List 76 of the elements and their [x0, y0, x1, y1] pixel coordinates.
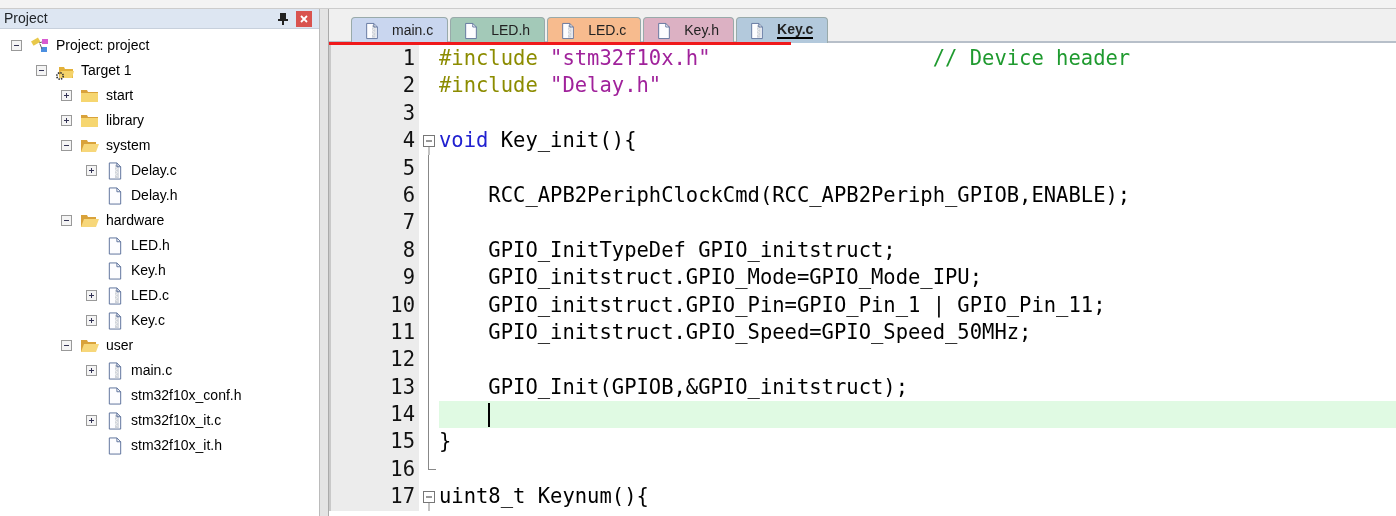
tree-item[interactable]: start: [106, 85, 134, 106]
tree-item[interactable]: stm32f10x_it.c: [131, 410, 222, 431]
expand-toggle[interactable]: [61, 90, 72, 101]
line-number: 7: [329, 209, 419, 237]
file-tab[interactable]: LED.h: [450, 17, 546, 43]
line-number: 12: [329, 346, 419, 374]
text-cursor: [488, 403, 491, 428]
file-tab[interactable]: Key.h: [643, 17, 735, 43]
collapse-toggle[interactable]: [61, 215, 72, 226]
line-number: 14: [329, 401, 419, 429]
line-number: 2: [329, 72, 419, 100]
line-number: 5: [329, 154, 419, 182]
tree-item[interactable]: user: [106, 335, 134, 356]
tree-item[interactable]: library: [106, 110, 145, 131]
file-tab[interactable]: Key.c: [736, 17, 829, 43]
tree-item[interactable]: Key.h: [131, 260, 166, 281]
tree-item[interactable]: Target 1: [81, 60, 132, 81]
line-number: 3: [329, 99, 419, 128]
expand-toggle[interactable]: [86, 165, 97, 176]
code-line: RCC_APB2PeriphClockCmd(RCC_APB2Periph_GPIOB,ENABLE);: [487, 182, 1131, 207]
file-tab[interactable]: main.c: [351, 17, 449, 43]
collapse-toggle[interactable]: [36, 65, 47, 76]
fold-toggle[interactable]: [423, 491, 435, 512]
code-line: GPIO_initstruct.GPIO_Pin=GPIO_Pin_1 | GPIO_Pin_11;: [487, 292, 1106, 317]
tree-item[interactable]: stm32f10x_it.h: [131, 435, 223, 456]
code-line: GPIO_initstruct.GPIO_Mode=GPIO_Mode_IPU;: [487, 265, 983, 290]
tree-item[interactable]: Delay.c: [131, 160, 177, 181]
file-icon: [749, 21, 766, 40]
code-line: uint8_t Keynum(){: [439, 484, 649, 509]
fold-end-mark: [428, 455, 436, 470]
line-number: 16: [329, 455, 419, 484]
line-number: 11: [329, 318, 419, 347]
pin-icon[interactable]: [278, 12, 288, 25]
expand-toggle[interactable]: [86, 365, 97, 376]
fold-toggle[interactable]: [423, 135, 435, 156]
project-icon: [30, 36, 50, 55]
file-icon: [463, 21, 480, 40]
line-number: 15: [329, 428, 419, 456]
expand-toggle[interactable]: [86, 315, 97, 326]
collapse-toggle[interactable]: [61, 340, 72, 351]
file-tab[interactable]: LED.c: [547, 17, 642, 43]
close-icon: [300, 14, 308, 23]
line-number: 10: [329, 291, 419, 319]
line-number: 1: [329, 45, 419, 73]
code-line: void Key_init(){: [439, 128, 637, 153]
file-icon: [560, 21, 577, 40]
tree-item[interactable]: Delay.h: [131, 185, 178, 206]
close-button[interactable]: [296, 10, 312, 27]
line-number: 13: [329, 373, 419, 402]
tree-item[interactable]: stm32f10x_conf.h: [131, 385, 242, 406]
expand-toggle[interactable]: [86, 415, 97, 426]
code-line: #include "Delay.h": [439, 73, 662, 98]
file-icon: [656, 21, 673, 40]
code-line: GPIO_Init(GPIOB,&GPIO_initstruct);: [487, 374, 908, 399]
line-number: 4: [329, 127, 419, 155]
tree-item[interactable]: Project: project: [56, 35, 150, 56]
code-line: #include "stm32f10x.h" // Device header: [439, 46, 1131, 70]
tree-item[interactable]: main.c: [131, 360, 173, 381]
collapse-toggle[interactable]: [61, 140, 72, 151]
line-number: 17: [329, 483, 419, 511]
line-number: 8: [329, 236, 419, 265]
tree-item[interactable]: hardware: [106, 210, 165, 231]
code-line: GPIO_InitTypeDef GPIO_initstruct;: [487, 237, 896, 262]
expand-toggle[interactable]: [61, 115, 72, 126]
line-number: 9: [329, 264, 419, 292]
collapse-toggle[interactable]: [11, 40, 22, 51]
expand-toggle[interactable]: [86, 290, 97, 301]
tree-item[interactable]: system: [106, 135, 151, 156]
file-icon: [364, 21, 380, 40]
line-number: 6: [329, 181, 419, 210]
code-line: GPIO_initstruct.GPIO_Speed=GPIO_Speed_50MHz;: [487, 319, 1032, 344]
tree-item[interactable]: LED.h: [131, 235, 170, 256]
code-line: }: [439, 429, 452, 454]
panel-title: Project: [4, 9, 48, 28]
tree-item[interactable]: LED.c: [131, 285, 170, 306]
tree-item[interactable]: Key.c: [131, 310, 165, 331]
